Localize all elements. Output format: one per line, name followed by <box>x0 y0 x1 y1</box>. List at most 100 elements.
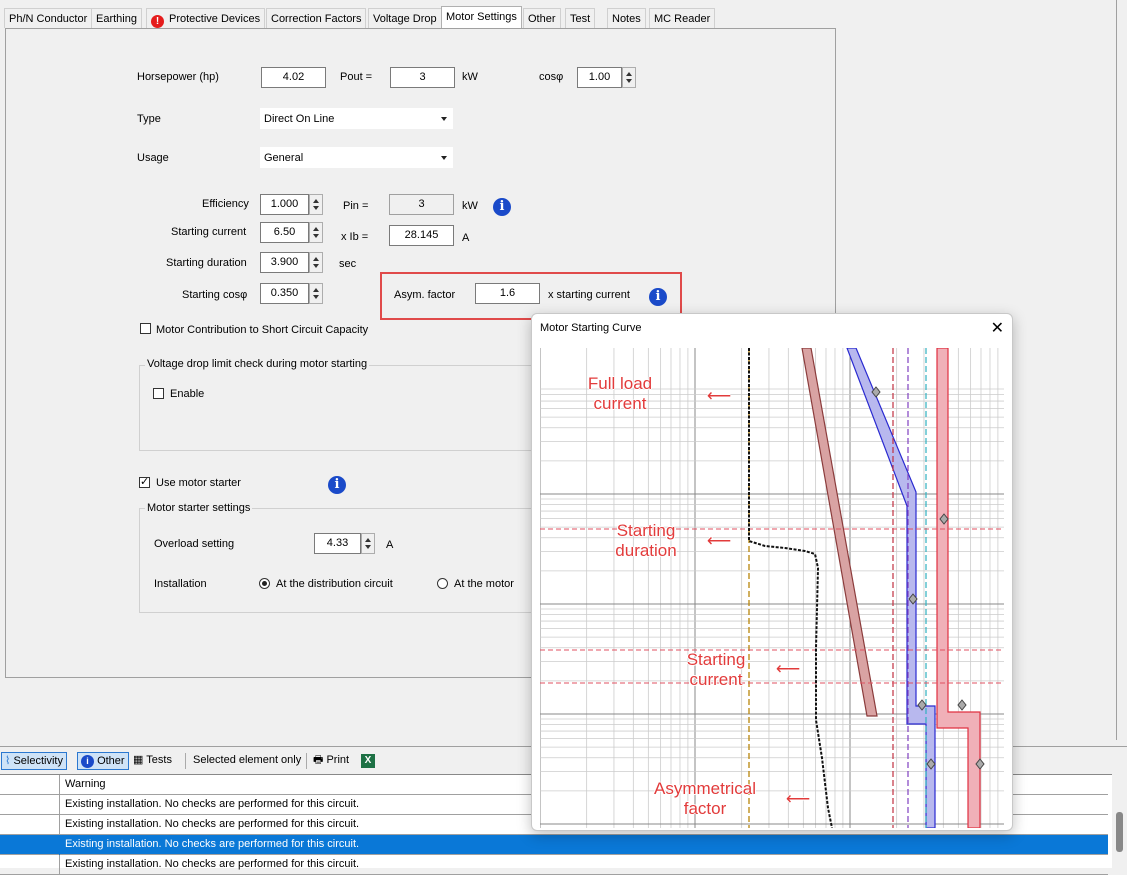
xib-label: x Ib = <box>341 231 369 243</box>
efficiency-label: Efficiency <box>202 198 249 210</box>
blue-curve-band <box>846 348 936 828</box>
usage-label: Usage <box>137 152 169 164</box>
warning-text: Existing installation. No checks are per… <box>65 838 360 850</box>
tab-protective-devices[interactable]: ! Protective Devices <box>146 8 266 28</box>
info-icon[interactable]: i <box>328 476 346 494</box>
tests-icon: ▦ <box>133 754 144 766</box>
tab-earthing[interactable]: Earthing <box>91 8 142 28</box>
tab-label: Ph/N Conductor <box>9 13 88 25</box>
motor-contribution-label: Motor Contribution to Short Circuit Capa… <box>156 324 369 336</box>
tab-label: Other <box>528 13 556 25</box>
arrow-left-icon: ⟵ <box>706 386 732 405</box>
selected-only-label: Selected element only <box>193 754 302 766</box>
enable-checkbox[interactable] <box>153 388 164 399</box>
asym-input[interactable]: 1.6 <box>475 283 540 304</box>
starting-duration-spinner[interactable] <box>309 252 323 273</box>
pout-unit: kW <box>462 71 478 83</box>
tab-mc-reader[interactable]: MC Reader <box>649 8 716 28</box>
asym-unit: x starting current <box>548 289 630 301</box>
cosphi-spinner[interactable] <box>622 67 636 88</box>
cosphi-label: cosφ <box>539 71 564 83</box>
other-label: Other <box>97 755 125 767</box>
info-icon: i <box>81 755 94 768</box>
selectivity-button[interactable]: ⌇ Selectivity <box>1 752 67 770</box>
tab-ph-n-conductor[interactable]: Ph/N Conductor <box>4 8 93 28</box>
tab-label: Correction Factors <box>271 13 362 25</box>
tab-motor-settings[interactable]: Motor Settings <box>441 6 522 29</box>
starting-current-input[interactable]: 6.50 <box>260 222 309 243</box>
pout-input[interactable]: 3 <box>390 67 455 88</box>
annotation-full-load: Full load current <box>587 374 653 413</box>
cosphi-input[interactable]: 1.00 <box>577 67 622 88</box>
pout-label: Pout = <box>340 71 373 83</box>
voltage-drop-group <box>139 365 539 451</box>
overload-spinner[interactable] <box>361 533 375 554</box>
starting-duration-label: Starting duration <box>166 257 247 269</box>
use-motor-starter-label: Use motor starter <box>156 477 241 489</box>
tab-voltage-drop[interactable]: Voltage Drop <box>368 8 442 28</box>
arrow-left-icon: ⟵ <box>706 531 732 550</box>
type-select[interactable]: Direct On Line <box>260 108 453 129</box>
info-icon[interactable]: i <box>649 288 667 306</box>
excel-export-button[interactable]: X <box>358 752 378 770</box>
motor-starter-group-label: Motor starter settings <box>145 502 253 514</box>
overload-label: Overload setting <box>154 538 235 550</box>
use-motor-starter-checkbox[interactable] <box>139 475 150 488</box>
usage-select[interactable]: General <box>260 147 453 168</box>
warning-text: Existing installation. No checks are per… <box>65 798 360 810</box>
pin-unit: kW <box>462 200 478 212</box>
annotation-asymmetrical-factor: Asymmetrical factor <box>653 779 756 818</box>
starting-duration-unit: sec <box>339 258 357 270</box>
tab-other[interactable]: Other <box>523 8 561 28</box>
efficiency-spinner[interactable] <box>309 194 323 215</box>
tab-test[interactable]: Test <box>565 8 596 28</box>
starting-current-spinner[interactable] <box>309 222 323 243</box>
efficiency-input[interactable]: 1.000 <box>260 194 309 215</box>
installation-label: Installation <box>154 578 207 590</box>
table-row[interactable]: Existing installation. No checks are per… <box>0 835 1108 855</box>
tab-notes[interactable]: Notes <box>607 8 646 28</box>
horsepower-input[interactable]: 4.02 <box>261 67 326 88</box>
selected-only-button[interactable]: Selected element only <box>190 752 304 770</box>
selectivity-icon: ⌇ <box>5 755 11 767</box>
warning-text: Existing installation. No checks are per… <box>65 818 360 830</box>
tests-button[interactable]: ▦ Tests <box>130 752 175 770</box>
overload-input[interactable]: 4.33 <box>314 533 361 554</box>
other-button[interactable]: i Other <box>77 752 129 770</box>
scrollbar-thumb[interactable] <box>1116 812 1123 852</box>
starting-cosphi-input[interactable]: 0.350 <box>260 283 309 304</box>
tab-correction-factors[interactable]: Correction Factors <box>266 8 367 28</box>
xib-unit: A <box>462 232 470 244</box>
print-button[interactable]: 🖶 Print <box>310 752 352 770</box>
starting-cosphi-spinner[interactable] <box>309 283 323 304</box>
install-motor-radio[interactable] <box>437 578 448 589</box>
horsepower-label: Horsepower (hp) <box>137 71 219 83</box>
table-row[interactable]: Existing installation. No checks are per… <box>0 855 1108 875</box>
pin-label: Pin = <box>343 200 369 212</box>
tab-label: Earthing <box>96 13 137 25</box>
overload-unit: A <box>386 539 394 551</box>
motor-contribution-checkbox[interactable] <box>140 323 151 334</box>
usage-select-value: General <box>264 152 304 164</box>
divider <box>185 753 186 769</box>
arrow-left-icon: ⟵ <box>775 659 801 678</box>
install-distribution-radio[interactable] <box>259 578 270 589</box>
info-icon[interactable]: i <box>493 198 511 216</box>
close-icon[interactable]: ✕ <box>991 318 1004 338</box>
install-distribution-label: At the distribution circuit <box>276 578 393 590</box>
arrow-left-icon: ⟵ <box>785 789 811 808</box>
tab-label: Voltage Drop <box>373 13 437 25</box>
starting-duration-input[interactable]: 3.900 <box>260 252 309 273</box>
brown-curve-band <box>801 348 878 717</box>
type-label: Type <box>137 113 161 125</box>
tab-label: Notes <box>612 13 641 25</box>
motor-starter-group <box>139 508 539 613</box>
starting-cosphi-label: Starting cosφ <box>182 289 248 301</box>
warning-column-header[interactable]: Warning <box>65 778 106 790</box>
xib-value: 28.145 <box>389 225 454 246</box>
warning-icon: ! <box>151 15 164 28</box>
grid-scrollbar[interactable] <box>1112 774 1127 868</box>
print-label: Print <box>326 754 350 766</box>
annotation-starting-current: Starting current <box>686 650 746 689</box>
starting-current-label: Starting current <box>171 226 247 238</box>
